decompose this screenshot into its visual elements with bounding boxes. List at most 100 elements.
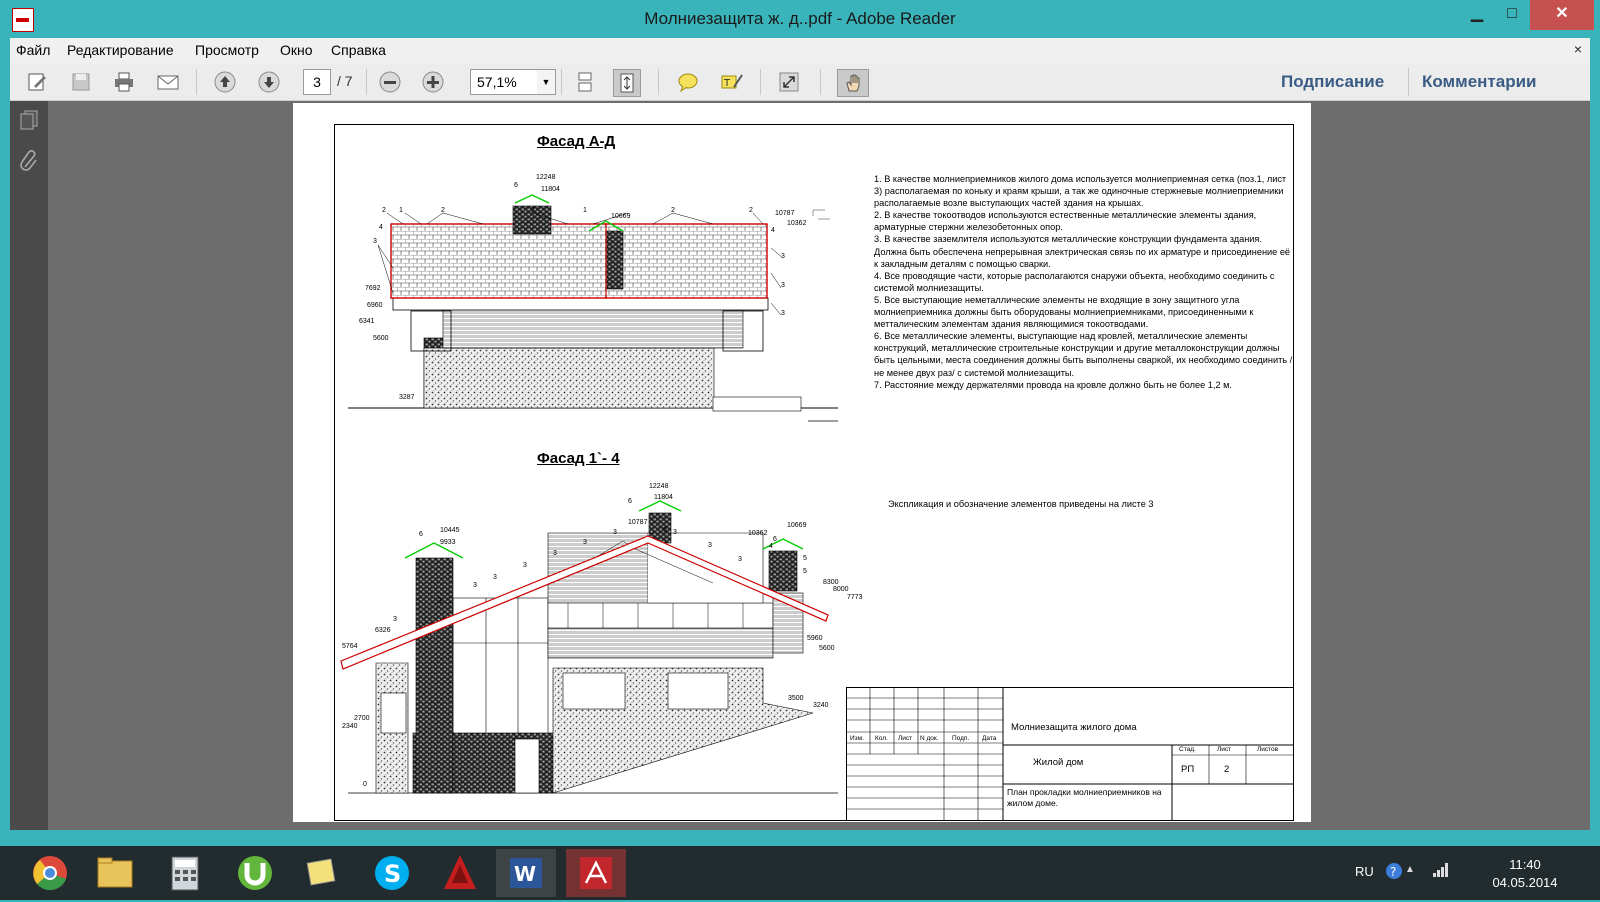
toolbar: 3 / 7 57,1% ▼ T Подписание Комментарии: [10, 64, 1590, 101]
email-icon[interactable]: [155, 69, 181, 95]
menu-edit[interactable]: Редактирование: [67, 42, 174, 58]
fit-page-icon[interactable]: [613, 69, 641, 97]
next-page-icon[interactable]: [256, 69, 282, 95]
scrolling-mode-icon[interactable]: [572, 69, 598, 95]
note-6: 6. Все металлические элементы, выступающ…: [874, 331, 1293, 378]
svg-text:6: 6: [514, 182, 518, 189]
sheet-value: 2: [1224, 764, 1230, 775]
create-pdf-icon[interactable]: [24, 69, 50, 95]
svg-text:4: 4: [379, 224, 383, 231]
svg-text:5: 5: [663, 527, 667, 534]
facade-a-d-drawing: [348, 194, 838, 422]
svg-text:8000: 8000: [833, 586, 849, 593]
menu-file[interactable]: Файл: [16, 42, 50, 58]
svg-text:3: 3: [738, 556, 742, 563]
menu-view[interactable]: Просмотр: [195, 42, 259, 58]
svg-text:3: 3: [781, 310, 785, 317]
utorrent-taskbar-icon[interactable]: [225, 849, 285, 897]
zoom-in-icon[interactable]: [420, 69, 446, 95]
svg-text:9933: 9933: [440, 539, 456, 546]
svg-text:10362: 10362: [748, 530, 768, 537]
comment-panel-button[interactable]: Комментарии: [1422, 72, 1536, 92]
note-3: 3. В качестве заземлителя используются м…: [874, 234, 1291, 269]
input-language-indicator[interactable]: RU: [1355, 864, 1374, 879]
svg-text:5960: 5960: [807, 635, 823, 642]
svg-text:2: 2: [531, 207, 535, 214]
svg-text:3: 3: [781, 253, 785, 260]
sticky-note-icon[interactable]: [675, 69, 701, 95]
svg-text:4: 4: [769, 543, 773, 550]
print-icon[interactable]: [111, 69, 137, 95]
svg-text:12248: 12248: [536, 174, 556, 181]
svg-text:2700: 2700: [354, 715, 370, 722]
menu-bar: Файл Редактирование Просмотр Окно Справк…: [10, 38, 1590, 64]
stage-value: РП: [1181, 764, 1195, 775]
svg-text:6: 6: [628, 498, 632, 505]
minimize-button[interactable]: ▁: [1460, 0, 1494, 30]
menu-help[interactable]: Справка: [331, 42, 386, 58]
sheet-title: План прокладки молниеприемников на жилом…: [1007, 787, 1162, 808]
attachments-icon[interactable]: [19, 149, 39, 171]
svg-text:3500: 3500: [788, 695, 804, 702]
svg-text:6: 6: [773, 536, 777, 543]
svg-text:6960: 6960: [367, 302, 383, 309]
autocad-taskbar-icon[interactable]: [430, 849, 490, 897]
svg-text:7773: 7773: [847, 594, 863, 601]
page-number-input[interactable]: 3: [303, 69, 331, 95]
svg-text:1: 1: [583, 207, 587, 214]
svg-text:3: 3: [473, 582, 477, 589]
save-icon[interactable]: [68, 69, 94, 95]
explication-note: Экспликация и обозначение элементов прив…: [888, 499, 1154, 509]
svg-text:3: 3: [781, 282, 785, 289]
svg-text:W: W: [514, 862, 536, 886]
file-explorer-taskbar-icon[interactable]: [85, 849, 145, 897]
highlight-text-icon[interactable]: T: [719, 69, 745, 95]
svg-text:2340: 2340: [342, 723, 358, 730]
full-screen-icon[interactable]: [776, 69, 802, 95]
svg-text:3: 3: [673, 529, 677, 536]
svg-text:8300: 8300: [823, 579, 839, 586]
hand-tool-icon[interactable]: [837, 69, 869, 97]
svg-text:12248: 12248: [649, 483, 669, 490]
svg-text:S: S: [384, 860, 401, 888]
sticky-notes-taskbar-icon[interactable]: [293, 849, 353, 897]
svg-text:5: 5: [803, 555, 807, 562]
adobe-reader-window: Молниезащита ж. д..pdf - Adobe Reader ▁ …: [0, 0, 1600, 846]
svg-text:4: 4: [771, 227, 775, 234]
maximize-button[interactable]: □: [1495, 0, 1529, 30]
previous-page-icon[interactable]: [212, 69, 238, 95]
svg-text:5764: 5764: [342, 643, 358, 650]
adobe-reader-taskbar-icon[interactable]: [566, 849, 626, 897]
clock-date: 04.05.2014: [1492, 875, 1558, 890]
zoom-dropdown-icon[interactable]: ▼: [537, 69, 556, 95]
close-button[interactable]: ✕: [1530, 0, 1594, 30]
building-name: Жилой дом: [1033, 757, 1084, 768]
pdf-page: Фасад А-Д Фасад 1`- 4 12248 11804 10669 …: [293, 103, 1311, 822]
help-tray-icon[interactable]: ?: [1385, 862, 1403, 885]
svg-text:3: 3: [373, 238, 377, 245]
page-total: / 7: [337, 73, 353, 89]
svg-text:3: 3: [553, 550, 557, 557]
word-taskbar-icon[interactable]: W: [496, 849, 556, 897]
system-clock[interactable]: 11:40 04.05.2014: [1470, 856, 1580, 892]
calculator-taskbar-icon[interactable]: [155, 849, 215, 897]
menu-window[interactable]: Окно: [280, 42, 313, 58]
svg-text:10445: 10445: [440, 527, 460, 534]
title-block: Изм. Кол. Лист N док. Подп. Дата Молниез…: [846, 687, 1294, 821]
zoom-level-input[interactable]: 57,1%: [470, 69, 538, 95]
chrome-taskbar-icon[interactable]: [20, 849, 80, 897]
title-bar[interactable]: Молниезащита ж. д..pdf - Adobe Reader ▁ …: [0, 0, 1600, 38]
close-document-icon[interactable]: ×: [1574, 41, 1582, 57]
svg-text:3287: 3287: [399, 394, 415, 401]
svg-text:6326: 6326: [375, 627, 391, 634]
network-signal-icon[interactable]: [1432, 860, 1450, 883]
zoom-out-icon[interactable]: [377, 69, 403, 95]
note-2: 2. В качестве токоотводов используются е…: [874, 210, 1257, 233]
svg-text:11804: 11804: [541, 186, 560, 193]
svg-text:3: 3: [613, 529, 617, 536]
show-hidden-icons-icon[interactable]: ▲: [1405, 864, 1415, 875]
skype-taskbar-icon[interactable]: S: [362, 849, 422, 897]
sign-panel-button[interactable]: Подписание: [1281, 72, 1384, 92]
page-thumbnails-icon[interactable]: [19, 109, 39, 131]
svg-text:3: 3: [708, 542, 712, 549]
